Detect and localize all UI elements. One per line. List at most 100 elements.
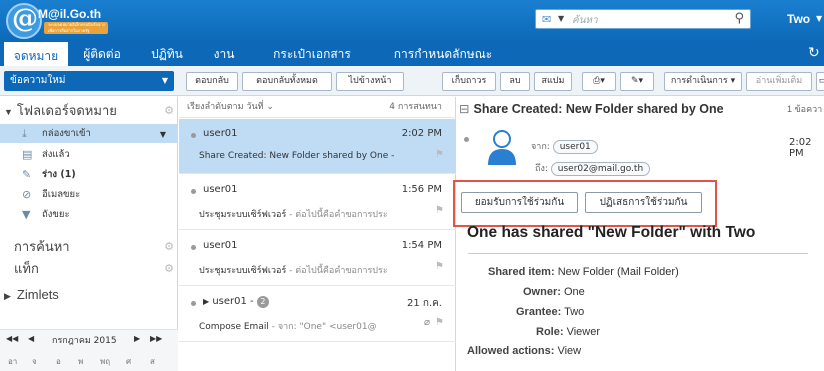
detail-value: New Folder (Mail Folder) xyxy=(557,266,679,278)
flag-icon[interactable]: ⚑ xyxy=(435,205,444,216)
gear-icon[interactable]: ⚙ xyxy=(164,101,174,121)
to-address[interactable]: user02@mail.go.th xyxy=(550,162,651,176)
gear-icon[interactable]: ⚙ xyxy=(164,259,174,279)
next-year-icon[interactable]: ▶▶ xyxy=(150,334,162,343)
weekday-label: พฤ xyxy=(100,357,111,366)
unread-dot[interactable] xyxy=(191,133,196,138)
message-subject: ประชุมระบบเซิร์ฟเวอร์ - ต่อไปนี้คือคำขอก… xyxy=(199,263,429,277)
sort-by-date[interactable]: เรียงลำดับตาม วันที่ ⌄ xyxy=(187,97,274,118)
detail-value: One xyxy=(563,286,585,298)
spam-button[interactable]: สแปม xyxy=(534,72,572,91)
new-message-button[interactable]: ข้อความใหม่ ▼ xyxy=(4,71,174,91)
flag-icon[interactable]: ⚑ xyxy=(435,317,444,328)
tab-tasks[interactable]: งาน xyxy=(204,42,244,66)
print-button[interactable]: ⎙▾ xyxy=(582,72,616,91)
collapse-icon[interactable]: ▼ xyxy=(0,107,17,117)
tab-contacts[interactable]: ผู้ติดต่อ xyxy=(74,42,130,66)
sidebar-item-sent[interactable]: ▤ ส่งแล้ว xyxy=(0,145,178,164)
message-time: 2:02 PM xyxy=(401,128,442,139)
from-address[interactable]: user01 xyxy=(552,140,598,154)
expand-icon[interactable]: ▶ xyxy=(0,291,17,301)
chevron-down-icon[interactable]: ▼ xyxy=(160,125,166,144)
prev-year-icon[interactable]: ◀◀ xyxy=(6,334,18,343)
chevron-down-icon[interactable]: ▼ xyxy=(816,14,822,23)
actions-label: การดำเนินการ xyxy=(670,76,728,86)
chevron-down-icon: ▾ xyxy=(730,76,736,86)
unread-dot[interactable] xyxy=(191,301,196,306)
weekday-label: อา xyxy=(8,357,18,366)
unread-dot[interactable] xyxy=(191,245,196,250)
mailgo-logo[interactable]: @ M@il.Go.th ระบบจดหมายอิเล็กทรอนิกส์กลา… xyxy=(6,3,136,39)
list-item[interactable]: user01 2:02 PM Share Created: New Folder… xyxy=(179,119,456,174)
user-menu[interactable]: Two xyxy=(787,12,810,26)
sidebar-item-junk[interactable]: ⊘ อีเมลขยะ xyxy=(0,185,178,204)
weekday-label: ศ xyxy=(126,357,132,366)
tab-preferences[interactable]: การกำหนดลักษณะ xyxy=(384,42,502,66)
from-text: user01 - xyxy=(212,296,254,307)
sidebar-item-inbox[interactable]: ⤓ กล่องขาเข้า ▼ xyxy=(0,124,178,143)
from-row: จาก: user01 xyxy=(531,139,598,154)
sidebar-item-drafts[interactable]: ✎ ร่าง (1) xyxy=(0,165,178,184)
detail-value: Viewer xyxy=(566,326,600,338)
tab-mail[interactable]: จดหมาย xyxy=(4,42,68,66)
decline-share-button[interactable]: ปฏิเสธการใช้ร่วมกัน xyxy=(585,192,702,213)
message-from: user01 xyxy=(203,240,238,251)
chevron-down-icon[interactable]: ▼ xyxy=(162,71,168,91)
next-month-icon[interactable]: ▶ xyxy=(134,334,140,343)
gear-icon[interactable]: ⚙ xyxy=(164,237,174,257)
tab-calendar[interactable]: ปฏิทิน xyxy=(142,42,192,66)
logo-text: M@il.Go.th xyxy=(38,7,102,21)
message-fragment: - ต่อไปนี้คือคำขอการประ xyxy=(286,210,388,220)
flag-icon[interactable]: ⚑ xyxy=(435,149,444,160)
detail-label: Shared item: xyxy=(488,266,555,278)
toolbar: ข้อความใหม่ ▼ ตอบกลับ ตอบกลับทั้งหมด ไปข… xyxy=(0,66,824,96)
tags-header[interactable]: แท็ก ⚙ xyxy=(14,259,178,279)
list-item[interactable]: user01 1:56 PM ประชุมระบบเซิร์ฟเวอร์ - ต… xyxy=(179,175,456,230)
subject-text: ประชุมระบบเซิร์ฟเวอร์ xyxy=(199,210,287,220)
list-item[interactable]: user01 1:54 PM ประชุมระบบเซิร์ฟเวอร์ - ต… xyxy=(179,231,456,286)
chevron-down-icon[interactable]: ▼ xyxy=(558,14,564,23)
refresh-icon[interactable]: ↻ xyxy=(808,45,820,61)
sidebar-item-label: ส่งแล้ว xyxy=(42,149,70,160)
search-header[interactable]: การค้นหา ⚙ xyxy=(14,237,178,257)
search-input[interactable]: ✉ ▼ ค้นหา ⚲ xyxy=(535,9,751,29)
sidebar-item-label: ร่าง (1) xyxy=(42,169,76,180)
search-placeholder: ค้นหา xyxy=(572,15,598,26)
unread-dot[interactable] xyxy=(464,137,469,142)
mail-icon[interactable]: ✉ xyxy=(542,13,551,26)
actions-button[interactable]: การดำเนินการ ▾ xyxy=(664,72,742,91)
tag-button[interactable]: ✎▾ xyxy=(620,72,654,91)
tab-briefcase[interactable]: กระเป๋าเอกสาร xyxy=(254,42,370,66)
conversation-count: 4 การสนทนา xyxy=(389,102,442,112)
view-button[interactable]: ▭ xyxy=(816,72,824,91)
flag-icon[interactable]: ⚑ xyxy=(435,261,444,272)
sidebar-item-trash[interactable]: ▼ ถังขยะ xyxy=(0,205,178,224)
accept-share-button[interactable]: ยอมรับการใช้ร่วมกัน xyxy=(461,192,578,213)
reply-button[interactable]: ตอบกลับ xyxy=(186,72,238,91)
read-more-button[interactable]: อ่านเพิ่มเติม xyxy=(746,72,812,91)
delete-button[interactable]: ลบ xyxy=(500,72,530,91)
collapse-icon[interactable]: ⊟ xyxy=(459,102,469,116)
message-from: ▶ user01 - 2 xyxy=(203,296,269,308)
search-header-label: การค้นหา xyxy=(14,239,70,254)
calendar-month[interactable]: กรกฎาคม 2015 xyxy=(52,333,117,347)
attachment-icon: ⌀ xyxy=(423,317,430,328)
reply-all-button[interactable]: ตอบกลับทั้งหมด xyxy=(242,72,332,91)
archive-button[interactable]: เก็บถาวร xyxy=(442,72,496,91)
detail-label: Grantee: xyxy=(516,306,562,318)
sort-icon: ⌄ xyxy=(266,102,274,112)
message-time: 2:02 PM xyxy=(789,137,812,159)
search-icon[interactable]: ⚲ xyxy=(734,11,744,26)
prev-month-icon[interactable]: ◀ xyxy=(28,334,34,343)
folders-header[interactable]: ▼ โฟลเดอร์จดหมาย ⚙ xyxy=(0,101,178,121)
detail-grantee: Grantee: Two xyxy=(516,306,584,318)
message-list: เรียงลำดับตาม วันที่ ⌄ 4 การสนทนา user01… xyxy=(179,97,456,371)
list-item[interactable]: ▶ user01 - 2 21 ก.ค. Compose Email - จาก… xyxy=(179,287,456,342)
unread-dot[interactable] xyxy=(191,189,196,194)
forward-button[interactable]: ไปข้างหน้า xyxy=(336,72,404,91)
zimlets-header-label: Zimlets xyxy=(16,287,59,302)
tags-header-label: แท็ก xyxy=(14,261,39,276)
expand-conversation-icon[interactable]: ▶ xyxy=(203,297,209,306)
zimlets-header[interactable]: ▶ Zimlets xyxy=(0,285,178,305)
top-header: @ M@il.Go.th ระบบจดหมายอิเล็กทรอนิกส์กลา… xyxy=(0,0,824,42)
